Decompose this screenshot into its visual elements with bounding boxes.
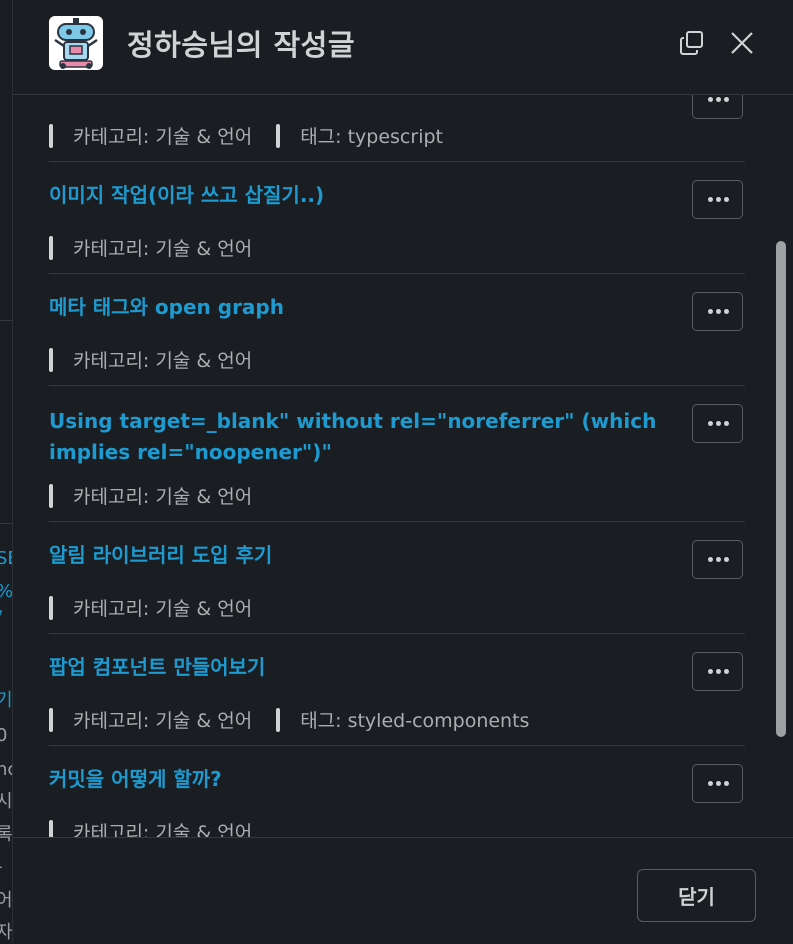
post-meta: 카테고리: 기술 & 언어 [49,818,276,837]
post-meta: 카테고리: 기술 & 언어 [49,594,276,620]
more-horizontal-icon [716,669,721,674]
background-divider [0,320,12,321]
meta-divider [276,707,281,732]
post-meta: 카테고리: 기술 & 언어 [49,234,276,260]
posts-list[interactable]: 카테고리: 기술 & 언어 태그: typescript 이미지 작업(이라 쓰고… [13,95,793,837]
more-horizontal-icon [724,197,729,202]
more-horizontal-icon [716,557,721,562]
close-button[interactable]: 닫기 [637,869,756,922]
post-meta: 카테고리: 기술 & 언어 태그: styled-components [49,706,553,732]
more-options-button[interactable] [692,95,743,119]
copy-icon[interactable] [679,30,705,56]
post-category: 카테고리: 기술 & 언어 [73,238,253,260]
meta-divider [49,483,53,508]
meta-divider [49,819,53,837]
more-options-button[interactable] [692,292,743,331]
list-item: Using target=_blank" without rel="norefe… [49,385,745,522]
post-title-link[interactable]: 알림 라이브러리 도입 후기 [49,541,664,569]
more-options-button[interactable] [692,404,743,443]
post-title-link[interactable]: Using target=_blank" without rel="norefe… [49,406,664,468]
post-title-link[interactable]: 팝업 컴포넌트 만들어보기 [49,653,664,681]
background-text-fragment: 록 [0,824,13,845]
modal-footer: 닫기 [13,837,793,944]
background-divider [0,523,12,524]
post-meta: 카테고리: 기술 & 언어 [49,482,276,508]
more-options-button[interactable] [692,180,743,219]
more-horizontal-icon [724,309,729,314]
posts-modal: 정하승님의 작성글 카테고리: 기술 & 언어 태그: typescript 이… [12,0,793,944]
more-horizontal-icon [716,197,721,202]
meta-divider [49,595,53,620]
list-item: 커밋을 어떻게 할까? 카테고리: 기술 & 언어 [49,745,745,837]
background-text-fragment: 어 [0,890,13,911]
meta-divider [276,123,281,148]
background-text-fragment: 기 [0,690,13,711]
robot-icon [49,16,103,70]
scrollbar-thumb[interactable] [776,241,786,737]
post-category: 카테고리: 기술 & 언어 [73,350,253,372]
more-horizontal-icon [716,309,721,314]
post-title-link[interactable]: 메타 태그와 open graph [49,293,664,321]
more-options-button[interactable] [692,540,743,579]
more-options-button[interactable] [692,652,743,691]
more-horizontal-icon [708,97,713,102]
meta-divider [49,347,53,372]
meta-divider [49,123,53,148]
list-item: 카테고리: 기술 & 언어 태그: typescript [49,95,745,162]
background-text-fragment: / [0,609,2,627]
more-horizontal-icon [716,97,721,102]
more-horizontal-icon [716,421,721,426]
post-meta: 카테고리: 기술 & 언어 [49,346,276,372]
post-category: 카테고리: 기술 & 언어 [73,598,253,620]
background-text-fragment: 자 [0,922,13,943]
more-horizontal-icon [724,557,729,562]
list-item: 메타 태그와 open graph 카테고리: 기술 & 언어 [49,273,745,386]
post-tag: 태그: typescript [300,126,443,148]
list-item: 이미지 작업(이라 쓰고 삽질기..) 카테고리: 기술 & 언어 [49,161,745,274]
more-horizontal-icon [724,421,729,426]
more-horizontal-icon [708,781,713,786]
post-tag: 태그: styled-components [300,710,530,732]
more-horizontal-icon [716,781,721,786]
more-options-button[interactable] [692,764,743,803]
more-horizontal-icon [724,669,729,674]
post-meta: 카테고리: 기술 & 언어 태그: typescript [49,122,467,148]
more-horizontal-icon [708,421,713,426]
post-category: 카테고리: 기술 & 언어 [73,822,253,837]
background-text-fragment: - [0,858,3,876]
post-category: 카테고리: 기술 & 언어 [73,126,253,148]
more-horizontal-icon [724,781,729,786]
modal-header: 정하승님의 작성글 [13,0,793,95]
background-page: SE % / 기 0 nc 시 록 - 어 자 [0,0,19,943]
modal-title: 정하승님의 작성글 [127,28,356,62]
list-item: 알림 라이브러리 도입 후기 카테고리: 기술 & 언어 [49,521,745,634]
post-category: 카테고리: 기술 & 언어 [73,486,253,508]
background-text-fragment: 시 [0,791,13,812]
close-icon[interactable] [729,30,755,56]
more-horizontal-icon [708,669,713,674]
more-horizontal-icon [708,309,713,314]
background-text-fragment: 0 [0,725,8,746]
list-item: 팝업 컴포넌트 만들어보기 카테고리: 기술 & 언어 태그: styled-co… [49,633,745,746]
post-title-link[interactable]: 커밋을 어떻게 할까? [49,765,664,793]
scrollbar[interactable] [773,95,789,837]
meta-divider [49,235,53,260]
meta-divider [49,707,53,732]
more-horizontal-icon [708,197,713,202]
more-horizontal-icon [724,97,729,102]
post-title-link[interactable]: 이미지 작업(이라 쓰고 삽질기..) [49,181,664,209]
post-category: 카테고리: 기술 & 언어 [73,710,253,732]
more-horizontal-icon [708,557,713,562]
